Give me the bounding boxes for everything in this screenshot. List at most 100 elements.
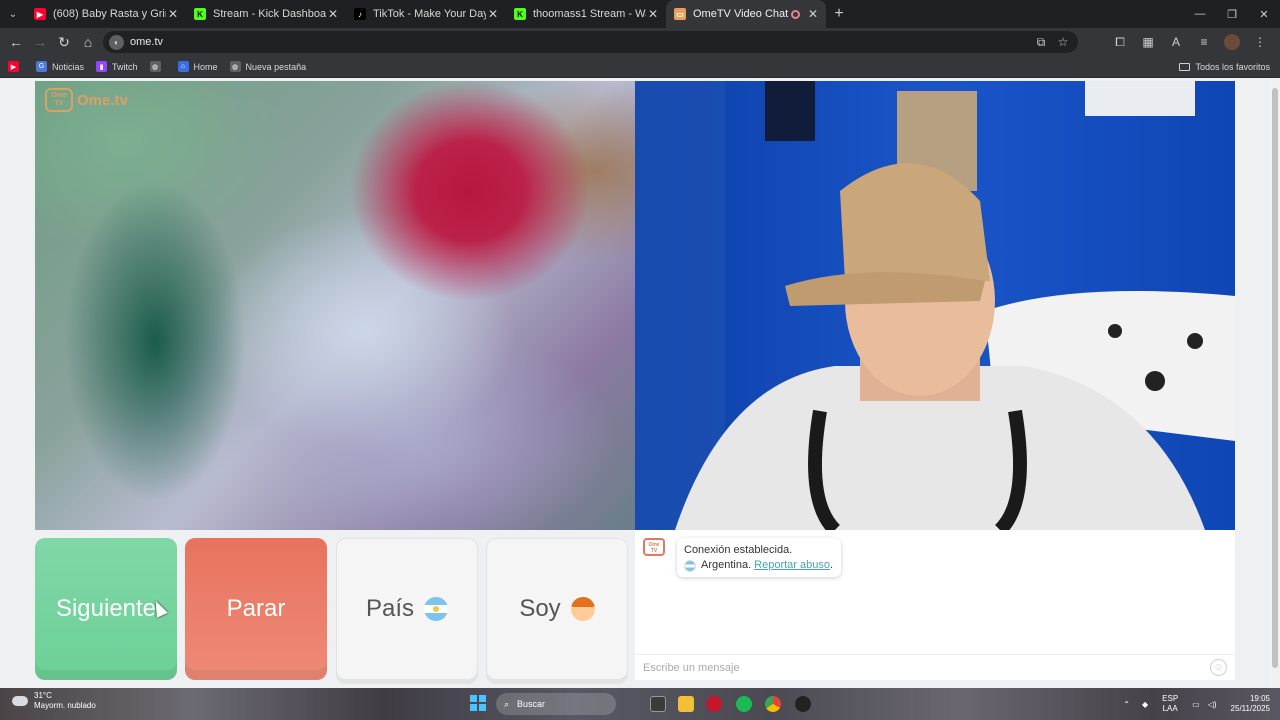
extensions-icon[interactable]: ⧠ bbox=[1106, 35, 1134, 50]
close-tab-icon[interactable]: ✕ bbox=[326, 7, 340, 21]
url-text: ome.tv bbox=[130, 36, 164, 48]
media-controls-icon[interactable]: ≡ bbox=[1190, 35, 1218, 49]
profile-avatar[interactable] bbox=[1224, 34, 1240, 50]
message-placeholder: Escribe un mensaje bbox=[643, 661, 740, 674]
spotify-icon[interactable] bbox=[736, 696, 752, 712]
youtube-icon: ▶ bbox=[8, 61, 19, 72]
chat-panel: Ome TV Conexión establecida. Argentina. … bbox=[635, 530, 1235, 680]
report-abuse-link[interactable]: Reportar abuso bbox=[754, 558, 830, 573]
argentina-flag-icon bbox=[424, 597, 449, 621]
country-button[interactable]: País bbox=[336, 538, 478, 680]
app-red-icon[interactable] bbox=[706, 696, 722, 712]
ometv-tv-icon: Ome TV bbox=[45, 88, 73, 112]
tab-youtube[interactable]: ▶ (608) Baby Rasta y Gringo - Me ✕ bbox=[26, 0, 186, 28]
reload-icon[interactable]: ↻ bbox=[52, 28, 76, 56]
language-indicator[interactable]: ESP LAA bbox=[1162, 694, 1178, 714]
install-app-icon[interactable]: ⧉ bbox=[1030, 35, 1052, 50]
tab-title: Stream - Kick Dashboard bbox=[213, 8, 326, 20]
windows-start-icon[interactable] bbox=[470, 695, 486, 711]
minimize-icon[interactable]: — bbox=[1184, 0, 1216, 28]
message-input[interactable]: Escribe un mensaje ☺ bbox=[635, 654, 1235, 680]
search-label: Buscar bbox=[517, 699, 546, 709]
kick-icon: K bbox=[194, 8, 206, 20]
tab-ometv[interactable]: ▭ OmeTV Video Chat — Ome ✕ bbox=[666, 0, 826, 28]
close-tab-icon[interactable]: ✕ bbox=[166, 7, 180, 21]
task-view-icon[interactable] bbox=[650, 696, 666, 712]
site-info-icon[interactable]: ◐ bbox=[109, 34, 124, 50]
tab-search-chevron-icon[interactable]: ⌄ bbox=[0, 0, 26, 28]
emoji-icon[interactable]: ☺ bbox=[1210, 659, 1227, 676]
bookmark-globe[interactable]: ◍ bbox=[149, 61, 166, 72]
tab-kick-stream[interactable]: K thoomass1 Stream - Watch Live ✕ bbox=[506, 0, 666, 28]
tab-title: thoomass1 Stream - Watch Live bbox=[533, 8, 646, 20]
chrome-icon[interactable] bbox=[765, 696, 781, 712]
bookmark-youtube[interactable]: ▶ bbox=[8, 61, 24, 72]
lang-bottom: LAA bbox=[1162, 704, 1178, 713]
back-icon[interactable]: ← bbox=[4, 28, 28, 56]
ometv-icon: ▭ bbox=[674, 8, 686, 20]
tab-tiktok[interactable]: ♪ TikTok - Make Your Day ✕ bbox=[346, 0, 506, 28]
bookmark-home[interactable]: ⌂ Home bbox=[177, 61, 218, 72]
kick-icon: K bbox=[514, 8, 526, 20]
tiktok-icon: ♪ bbox=[354, 8, 366, 20]
network-icon[interactable]: ▭ bbox=[1192, 700, 1200, 709]
ometv-page: Ome TV Ome.tv Siguiente Parar País Soy O… bbox=[0, 78, 1280, 688]
system-message: Conexión establecida. Argentina. Reporta… bbox=[677, 538, 842, 577]
close-tab-icon[interactable]: ✕ bbox=[646, 7, 660, 21]
tab-title: OmeTV Video Chat — Ome bbox=[693, 8, 791, 20]
tray-app-icon[interactable]: ◆ bbox=[1142, 700, 1148, 709]
bookmark-noticias[interactable]: G Noticias bbox=[36, 61, 84, 72]
close-tab-icon[interactable]: ✕ bbox=[806, 7, 820, 21]
search-icon: ⌕ bbox=[504, 698, 510, 709]
new-tab-button[interactable]: + bbox=[826, 5, 852, 23]
close-tab-icon[interactable]: ✕ bbox=[486, 7, 500, 21]
bookmark-star-icon[interactable]: ☆ bbox=[1052, 35, 1074, 49]
taskbar-search[interactable]: ⌕ Buscar bbox=[496, 693, 616, 715]
weather-temp: 31°C bbox=[34, 691, 52, 700]
ometv-chat-logo-icon: Ome TV bbox=[643, 538, 665, 556]
translate-icon[interactable]: A bbox=[1162, 35, 1190, 49]
control-buttons: Siguiente Parar País Soy bbox=[35, 538, 628, 680]
menu-kebab-icon[interactable]: ⋮ bbox=[1246, 35, 1274, 49]
weather-desc: Mayorm. nublado bbox=[34, 701, 96, 710]
close-window-icon[interactable]: ✕ bbox=[1248, 0, 1280, 28]
ometv-logo: Ome TV Ome.tv bbox=[45, 88, 128, 112]
restore-icon[interactable]: ❐ bbox=[1216, 0, 1248, 28]
obs-icon[interactable] bbox=[795, 696, 811, 712]
omnibox[interactable]: ◐ ome.tv ⧉ ☆ bbox=[103, 31, 1078, 53]
all-bookmarks-label: Todos los favoritos bbox=[1195, 62, 1270, 72]
twitch-icon: ▮ bbox=[96, 61, 108, 72]
gender-button[interactable]: Soy bbox=[486, 538, 628, 680]
globe-icon: ◍ bbox=[149, 61, 161, 72]
bookmark-twitch[interactable]: ▮ Twitch bbox=[96, 61, 138, 72]
folder-icon bbox=[1179, 63, 1191, 71]
system-tray: ⌃ ◆ ESP LAA ▭ ◁) 19:05 25/11/2025 bbox=[1123, 691, 1270, 717]
volume-icon[interactable]: ◁) bbox=[1208, 700, 1217, 709]
tab-kick-dashboard[interactable]: K Stream - Kick Dashboard ✕ bbox=[186, 0, 346, 28]
all-bookmarks-folder[interactable]: Todos los favoritos bbox=[1179, 56, 1270, 78]
forward-icon[interactable]: → bbox=[28, 28, 52, 56]
home-icon[interactable]: ⌂ bbox=[76, 28, 100, 56]
cloud-icon bbox=[12, 696, 28, 706]
page-scrollbar[interactable] bbox=[1270, 78, 1280, 688]
tray-chevron-icon[interactable]: ⌃ bbox=[1123, 700, 1130, 709]
weather-widget[interactable]: 31°C Mayorm. nublado bbox=[12, 691, 96, 711]
tab-groups-icon[interactable]: ▦ bbox=[1134, 35, 1162, 49]
clock[interactable]: 19:05 25/11/2025 bbox=[1231, 694, 1270, 714]
browser-tab-bar: ⌄ ▶ (608) Baby Rasta y Gringo - Me ✕ K S… bbox=[0, 0, 1280, 28]
stop-button-label: Parar bbox=[226, 595, 286, 622]
address-bar-row: ← → ↻ ⌂ ◐ ome.tv ⧉ ☆ ⧠ ▦ A ≡ ⋮ bbox=[0, 28, 1280, 56]
recording-indicator-icon bbox=[791, 9, 800, 19]
country-button-label: País bbox=[365, 595, 415, 622]
argentina-flag-icon bbox=[684, 559, 696, 572]
boy-emoji-icon bbox=[570, 597, 595, 621]
date: 25/11/2025 bbox=[1230, 704, 1270, 713]
bookmark-nueva-pestana[interactable]: ◍ Nueva pestaña bbox=[229, 61, 306, 72]
stranger-video-feed bbox=[35, 81, 635, 530]
file-explorer-icon[interactable] bbox=[678, 696, 694, 712]
stop-button[interactable]: Parar bbox=[185, 538, 327, 680]
bookmark-label: Home bbox=[193, 61, 218, 72]
self-video-feed bbox=[635, 81, 1235, 530]
next-button[interactable]: Siguiente bbox=[35, 538, 177, 680]
scrollbar-thumb[interactable] bbox=[1272, 88, 1278, 668]
